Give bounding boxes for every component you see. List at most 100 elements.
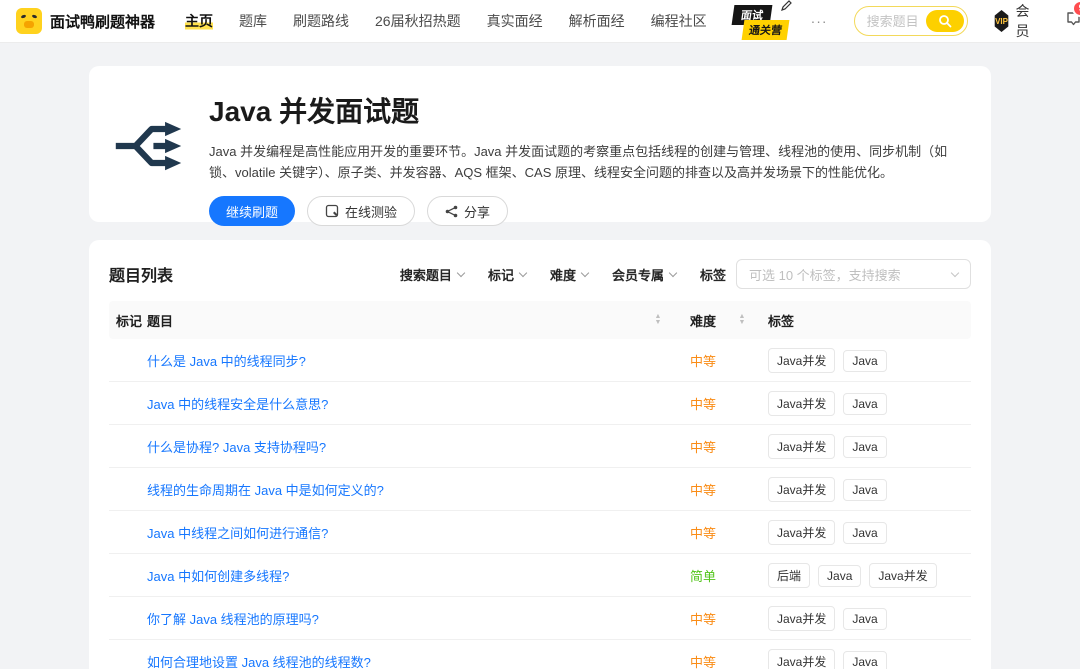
question-link[interactable]: 什么是协程? Java 支持协程吗? [147, 437, 648, 456]
online-quiz-button[interactable]: 在线测验 [307, 196, 415, 226]
tag-chip[interactable]: 后端 [768, 563, 810, 588]
tag-chip[interactable]: Java并发 [768, 520, 835, 545]
table-row: 什么是协程? Java 支持协程吗? 中等 Java并发 Java [109, 425, 971, 468]
chevron-down-icon [951, 268, 959, 276]
table-row: Java 中如何创建多线程? 简单 后端JavaJava并发 [109, 554, 971, 597]
table-row: 你了解 Java 线程池的原理吗? 中等 Java并发Java [109, 597, 971, 640]
app-logo-duck-icon[interactable] [16, 8, 42, 34]
tag-chip[interactable]: Java [843, 350, 886, 372]
question-link[interactable]: Java 中线程之间如何进行通信? [147, 523, 648, 542]
share-button[interactable]: 分享 [427, 196, 508, 226]
pencil-icon [780, 0, 793, 12]
topic-hero-card: Java 并发面试题 Java 并发编程是高性能应用开发的重要环节。Java 并… [89, 66, 991, 222]
tag-chip[interactable]: Java并发 [768, 477, 835, 502]
tag-chip[interactable]: Java [818, 565, 861, 587]
question-link[interactable]: Java 中的线程安全是什么意思? [147, 394, 648, 413]
filter-mark[interactable]: 标记 [488, 265, 526, 284]
tag-chip[interactable]: Java并发 [869, 563, 936, 588]
vip-member-label: 会员 [1015, 1, 1035, 41]
tag-chip[interactable]: Java并发 [768, 649, 835, 669]
tag-chip[interactable]: Java并发 [768, 434, 835, 459]
chevron-down-icon [519, 268, 527, 276]
tag-chip[interactable]: Java并发 [768, 391, 835, 416]
chevron-down-icon [581, 268, 589, 276]
topic-description: Java 并发编程是高性能应用开发的重要环节。Java 并发面试题的考察重点包括… [209, 141, 963, 183]
filter-member-only[interactable]: 会员专属 [612, 265, 676, 284]
question-link[interactable]: 什么是 Java 中的线程同步? [147, 351, 648, 370]
table-header: 标记 题目 ▲ ▼ 难度 ▲ ▼ 标签 [109, 301, 971, 339]
nav-item-home[interactable]: 主页 [185, 11, 213, 31]
question-list-title: 题目列表 [109, 262, 173, 286]
sort-question-button[interactable]: ▲ ▼ [648, 314, 668, 326]
list-filters: 搜索题目 标记 难度 会员专属 标签 可选 10 个标签，支持搜索 [400, 259, 971, 289]
column-header-question: 题目 [147, 311, 648, 330]
chevron-down-icon [457, 268, 465, 276]
search-button[interactable] [926, 10, 964, 32]
table-row: Java 中线程之间如何进行通信? 中等 Java并发 Java [109, 511, 971, 554]
question-link[interactable]: Java 中如何创建多线程? [147, 566, 648, 585]
topic-fork-icon [105, 90, 209, 202]
nav-more-ellipsis[interactable]: ··· [811, 13, 828, 29]
vip-badge-icon: VIP [994, 10, 1010, 32]
share-label: 分享 [464, 202, 490, 221]
question-link[interactable]: 你了解 Java 线程池的原理吗? [147, 609, 648, 628]
row-tags: Java并发 Java [768, 606, 964, 631]
chevron-down-icon [669, 268, 677, 276]
caret-down-icon: ▼ [655, 320, 662, 326]
difficulty-badge: 中等 [690, 523, 732, 542]
sort-difficulty-button[interactable]: ▲ ▼ [732, 314, 752, 326]
row-tags: Java并发 Java [768, 434, 964, 459]
share-icon [445, 205, 458, 218]
interview-camp-badge[interactable]: 面试 通关营 [731, 3, 789, 39]
nav-item-study-path[interactable]: 刷题路线 [293, 11, 349, 31]
row-tags: 后端 Java Java并发 [768, 563, 964, 588]
difficulty-badge: 中等 [690, 437, 732, 456]
tag-filter-select[interactable]: 可选 10 个标签，支持搜索 [736, 259, 971, 289]
question-link[interactable]: 如何合理地设置 Java 线程池的线程数? [147, 652, 648, 669]
table-row: Java 中的线程安全是什么意思? 中等 Java并发 Java [109, 382, 971, 425]
top-navbar: 面试鸭刷题神器 主页 题库 刷题路线 26届秋招热题 真实面经 解析面经 编程社… [0, 0, 1080, 43]
notifications-button[interactable]: 99+ [1064, 9, 1080, 33]
tag-chip[interactable]: Java [843, 522, 886, 544]
nav-item-real-interviews[interactable]: 真实面经 [487, 11, 543, 31]
camp-badge-bottom-label: 通关营 [741, 20, 789, 40]
difficulty-badge: 中等 [690, 480, 732, 499]
column-header-mark: 标记 [116, 311, 147, 330]
table-row: 如何合理地设置 Java 线程池的线程数? 中等 Java并发 Java [109, 640, 971, 669]
main-nav: 主页 题库 刷题路线 26届秋招热题 真实面经 解析面经 编程社区 [185, 11, 707, 31]
tag-chip[interactable]: Java并发 [768, 348, 835, 373]
row-tags: Java并发 Java [768, 649, 964, 669]
row-tags: Java并发 Java [768, 520, 964, 545]
quiz-icon [325, 204, 339, 218]
online-quiz-label: 在线测验 [345, 202, 397, 221]
row-tags: Java并发 Java [768, 391, 964, 416]
column-header-tags: 标签 [768, 311, 964, 330]
tag-chip[interactable]: Java [843, 479, 886, 501]
tag-chip[interactable]: Java [843, 651, 886, 669]
question-list-card: 题目列表 搜索题目 标记 难度 会员专属 标签 可选 10 个标签，支持搜索 [89, 240, 991, 669]
tag-chip[interactable]: Java [843, 608, 886, 630]
tag-chip[interactable]: Java并发 [768, 606, 835, 631]
navbar-search [854, 6, 968, 36]
table-row: 线程的生命周期在 Java 中是如何定义的? 中等 Java并发 Java [109, 468, 971, 511]
filter-search-question[interactable]: 搜索题目 [400, 265, 464, 284]
filter-difficulty[interactable]: 难度 [550, 265, 588, 284]
nav-item-question-bank[interactable]: 题库 [239, 11, 267, 31]
continue-practice-button[interactable]: 继续刷题 [209, 196, 295, 226]
question-link[interactable]: 线程的生命周期在 Java 中是如何定义的? [147, 480, 648, 499]
brand-title: 面试鸭刷题神器 [50, 11, 155, 32]
tag-chip[interactable]: Java [843, 393, 886, 415]
topic-title: Java 并发面试题 [209, 90, 963, 130]
nav-item-coding-community[interactable]: 编程社区 [651, 11, 707, 31]
difficulty-badge: 中等 [690, 394, 732, 413]
tag-chip[interactable]: Java [843, 436, 886, 458]
vip-member-entry[interactable]: VIP 会员 [994, 1, 1036, 41]
difficulty-badge: 中等 [690, 351, 732, 370]
row-tags: Java并发 Java [768, 477, 964, 502]
difficulty-badge: 中等 [690, 652, 732, 669]
nav-item-interview-analysis[interactable]: 解析面经 [569, 11, 625, 31]
row-tags: Java并发 Java [768, 348, 964, 373]
column-header-difficulty: 难度 [690, 311, 732, 330]
nav-item-hot-questions[interactable]: 26届秋招热题 [375, 11, 461, 31]
caret-down-icon: ▼ [739, 320, 746, 326]
